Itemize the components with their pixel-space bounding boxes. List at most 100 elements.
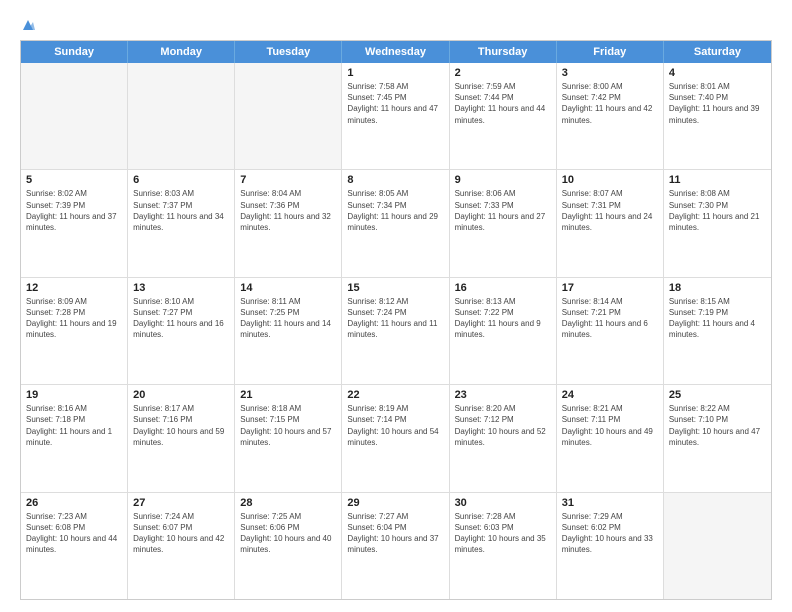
day-info: Sunrise: 8:19 AMSunset: 7:14 PMDaylight:… (347, 403, 443, 448)
day-info: Sunrise: 7:27 AMSunset: 6:04 PMDaylight:… (347, 511, 443, 556)
day-info: Sunrise: 8:21 AMSunset: 7:11 PMDaylight:… (562, 403, 658, 448)
day-number: 25 (669, 389, 766, 401)
day-number: 1 (347, 67, 443, 79)
day-cell-5: 5 Sunrise: 8:02 AMSunset: 7:39 PMDaylight… (21, 170, 128, 276)
header-day-friday: Friday (557, 41, 664, 63)
day-number: 28 (240, 497, 336, 509)
day-number: 30 (455, 497, 551, 509)
day-number: 7 (240, 174, 336, 186)
day-number: 17 (562, 282, 658, 294)
day-number: 31 (562, 497, 658, 509)
day-cell-20: 20 Sunrise: 8:17 AMSunset: 7:16 PMDayligh… (128, 385, 235, 491)
calendar: SundayMondayTuesdayWednesdayThursdayFrid… (20, 40, 772, 600)
day-number: 27 (133, 497, 229, 509)
day-cell-19: 19 Sunrise: 8:16 AMSunset: 7:18 PMDayligh… (21, 385, 128, 491)
day-info: Sunrise: 8:07 AMSunset: 7:31 PMDaylight:… (562, 188, 658, 233)
day-number: 21 (240, 389, 336, 401)
day-info: Sunrise: 7:23 AMSunset: 6:08 PMDaylight:… (26, 511, 122, 556)
day-info: Sunrise: 8:04 AMSunset: 7:36 PMDaylight:… (240, 188, 336, 233)
day-info: Sunrise: 7:29 AMSunset: 6:02 PMDaylight:… (562, 511, 658, 556)
header-day-saturday: Saturday (664, 41, 771, 63)
day-cell-14: 14 Sunrise: 8:11 AMSunset: 7:25 PMDayligh… (235, 278, 342, 384)
day-cell-26: 26 Sunrise: 7:23 AMSunset: 6:08 PMDayligh… (21, 493, 128, 599)
day-cell-18: 18Sunrise: 8:15 AMSunset: 7:19 PMDayligh… (664, 278, 771, 384)
day-cell-3: 3 Sunrise: 8:00 AMSunset: 7:42 PMDaylight… (557, 63, 664, 169)
day-cell-28: 28 Sunrise: 7:25 AMSunset: 6:06 PMDayligh… (235, 493, 342, 599)
header (20, 18, 772, 32)
day-info: Sunrise: 8:09 AMSunset: 7:28 PMDaylight:… (26, 296, 122, 341)
day-cell-6: 6 Sunrise: 8:03 AMSunset: 7:37 PMDaylight… (128, 170, 235, 276)
day-info: Sunrise: 8:01 AMSunset: 7:40 PMDaylight:… (669, 81, 766, 126)
empty-cell (664, 493, 771, 599)
day-cell-2: 2Sunrise: 7:59 AMSunset: 7:44 PMDaylight… (450, 63, 557, 169)
day-cell-21: 21 Sunrise: 8:18 AMSunset: 7:15 PMDayligh… (235, 385, 342, 491)
day-cell-16: 16 Sunrise: 8:13 AMSunset: 7:22 PMDayligh… (450, 278, 557, 384)
day-info: Sunrise: 8:18 AMSunset: 7:15 PMDaylight:… (240, 403, 336, 448)
day-info: Sunrise: 8:06 AMSunset: 7:33 PMDaylight:… (455, 188, 551, 233)
day-info: Sunrise: 8:13 AMSunset: 7:22 PMDaylight:… (455, 296, 551, 341)
day-info: Sunrise: 8:03 AMSunset: 7:37 PMDaylight:… (133, 188, 229, 233)
day-number: 16 (455, 282, 551, 294)
day-cell-15: 15Sunrise: 8:12 AMSunset: 7:24 PMDayligh… (342, 278, 449, 384)
day-cell-9: 9 Sunrise: 8:06 AMSunset: 7:33 PMDaylight… (450, 170, 557, 276)
day-cell-13: 13Sunrise: 8:10 AMSunset: 7:27 PMDayligh… (128, 278, 235, 384)
day-cell-1: 1 Sunrise: 7:58 AMSunset: 7:45 PMDaylight… (342, 63, 449, 169)
day-cell-7: 7 Sunrise: 8:04 AMSunset: 7:36 PMDaylight… (235, 170, 342, 276)
day-info: Sunrise: 8:00 AMSunset: 7:42 PMDaylight:… (562, 81, 658, 126)
day-cell-4: 4Sunrise: 8:01 AMSunset: 7:40 PMDaylight… (664, 63, 771, 169)
day-number: 12 (26, 282, 122, 294)
header-day-wednesday: Wednesday (342, 41, 449, 63)
day-number: 26 (26, 497, 122, 509)
day-info: Sunrise: 8:05 AMSunset: 7:34 PMDaylight:… (347, 188, 443, 233)
day-cell-24: 24 Sunrise: 8:21 AMSunset: 7:11 PMDayligh… (557, 385, 664, 491)
header-day-tuesday: Tuesday (235, 41, 342, 63)
day-cell-31: 31 Sunrise: 7:29 AMSunset: 6:02 PMDayligh… (557, 493, 664, 599)
week-row-3: 19 Sunrise: 8:16 AMSunset: 7:18 PMDayligh… (21, 385, 771, 492)
day-number: 24 (562, 389, 658, 401)
day-info: Sunrise: 8:14 AMSunset: 7:21 PMDaylight:… (562, 296, 658, 341)
day-info: Sunrise: 8:08 AMSunset: 7:30 PMDaylight:… (669, 188, 766, 233)
day-number: 10 (562, 174, 658, 186)
day-info: Sunrise: 8:20 AMSunset: 7:12 PMDaylight:… (455, 403, 551, 448)
logo (20, 18, 35, 32)
day-cell-11: 11 Sunrise: 8:08 AMSunset: 7:30 PMDayligh… (664, 170, 771, 276)
calendar-header: SundayMondayTuesdayWednesdayThursdayFrid… (21, 41, 771, 63)
day-info: Sunrise: 8:10 AMSunset: 7:27 PMDaylight:… (133, 296, 229, 341)
day-info: Sunrise: 8:02 AMSunset: 7:39 PMDaylight:… (26, 188, 122, 233)
day-info: Sunrise: 7:24 AMSunset: 6:07 PMDaylight:… (133, 511, 229, 556)
week-row-1: 5 Sunrise: 8:02 AMSunset: 7:39 PMDaylight… (21, 170, 771, 277)
day-info: Sunrise: 8:11 AMSunset: 7:25 PMDaylight:… (240, 296, 336, 341)
day-number: 29 (347, 497, 443, 509)
week-row-4: 26 Sunrise: 7:23 AMSunset: 6:08 PMDayligh… (21, 493, 771, 599)
logo-icon (21, 18, 35, 32)
week-row-2: 12 Sunrise: 8:09 AMSunset: 7:28 PMDayligh… (21, 278, 771, 385)
day-number: 11 (669, 174, 766, 186)
header-day-sunday: Sunday (21, 41, 128, 63)
empty-cell (128, 63, 235, 169)
header-day-thursday: Thursday (450, 41, 557, 63)
day-info: Sunrise: 8:17 AMSunset: 7:16 PMDaylight:… (133, 403, 229, 448)
day-number: 22 (347, 389, 443, 401)
day-number: 6 (133, 174, 229, 186)
day-cell-10: 10 Sunrise: 8:07 AMSunset: 7:31 PMDayligh… (557, 170, 664, 276)
day-cell-17: 17 Sunrise: 8:14 AMSunset: 7:21 PMDayligh… (557, 278, 664, 384)
day-cell-8: 8 Sunrise: 8:05 AMSunset: 7:34 PMDaylight… (342, 170, 449, 276)
day-info: Sunrise: 7:25 AMSunset: 6:06 PMDaylight:… (240, 511, 336, 556)
empty-cell (235, 63, 342, 169)
day-number: 5 (26, 174, 122, 186)
day-cell-30: 30Sunrise: 7:28 AMSunset: 6:03 PMDayligh… (450, 493, 557, 599)
calendar-body: 1 Sunrise: 7:58 AMSunset: 7:45 PMDaylight… (21, 63, 771, 599)
page: SundayMondayTuesdayWednesdayThursdayFrid… (0, 0, 792, 612)
day-number: 9 (455, 174, 551, 186)
day-cell-29: 29 Sunrise: 7:27 AMSunset: 6:04 PMDayligh… (342, 493, 449, 599)
day-cell-25: 25Sunrise: 8:22 AMSunset: 7:10 PMDayligh… (664, 385, 771, 491)
day-number: 20 (133, 389, 229, 401)
day-cell-23: 23Sunrise: 8:20 AMSunset: 7:12 PMDayligh… (450, 385, 557, 491)
day-info: Sunrise: 7:58 AMSunset: 7:45 PMDaylight:… (347, 81, 443, 126)
day-number: 19 (26, 389, 122, 401)
day-info: Sunrise: 8:16 AMSunset: 7:18 PMDaylight:… (26, 403, 122, 448)
day-number: 8 (347, 174, 443, 186)
day-number: 14 (240, 282, 336, 294)
day-info: Sunrise: 7:59 AMSunset: 7:44 PMDaylight:… (455, 81, 551, 126)
day-number: 3 (562, 67, 658, 79)
